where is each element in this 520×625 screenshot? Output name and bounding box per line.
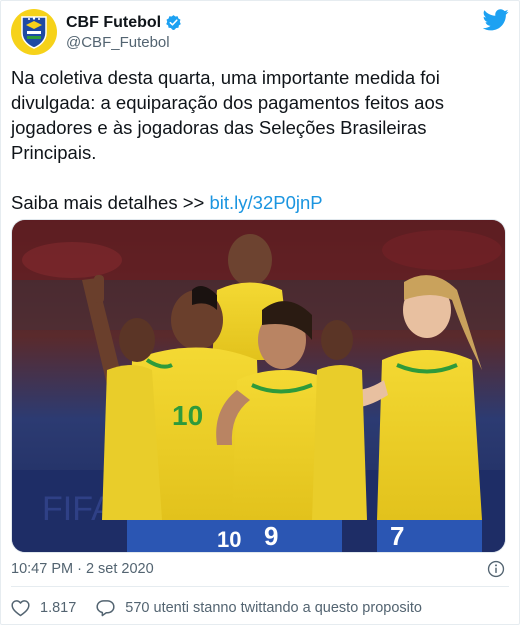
jersey-number: 7: [390, 521, 404, 551]
jersey-number: 9: [264, 521, 278, 551]
tweet-more-line: Saiba mais detalhes >> bit.ly/32P0jnP: [11, 190, 511, 215]
info-icon[interactable]: [487, 560, 505, 578]
like-count: 1.817: [40, 600, 77, 616]
account-handle[interactable]: @CBF_Futebol: [66, 33, 182, 52]
tweet-actions: 1.817 570 utenti stanno twittando a ques…: [11, 597, 442, 619]
speech-bubble-icon[interactable]: [96, 599, 115, 617]
account-names: CBF Futebol @CBF_Futebol: [66, 13, 182, 52]
cbf-crest-icon[interactable]: [11, 9, 57, 55]
more-details-text: Saiba mais detalhes >>: [11, 192, 210, 213]
tweet-text: Na coletiva desta quarta, uma importante…: [11, 65, 511, 215]
divider: [11, 586, 509, 587]
tweet-card: CBF Futebol @CBF_Futebol Na coletiva des…: [0, 0, 520, 625]
verified-badge-icon: [166, 15, 181, 30]
like-action[interactable]: 1.817: [11, 599, 76, 617]
heart-icon[interactable]: [11, 599, 30, 617]
tweet-header: CBF Futebol @CBF_Futebol: [11, 7, 509, 57]
bitly-link[interactable]: bit.ly/32P0jnP: [210, 192, 323, 213]
twitter-bird-icon[interactable]: [483, 9, 509, 31]
jersey-number: 10: [217, 527, 241, 552]
conversation-text: 570 utenti stanno twittando a questo pro…: [125, 600, 422, 616]
tweet-timestamp[interactable]: 10:47 PM · 2 set 2020: [11, 561, 154, 577]
tweet-paragraph: Na coletiva desta quarta, uma importante…: [11, 67, 444, 163]
players-celebrating-photo: FIFA 10 9 7 10: [12, 220, 505, 552]
display-name-row[interactable]: CBF Futebol: [66, 13, 182, 33]
tweet-meta: 10:47 PM · 2 set 2020: [11, 559, 505, 579]
jersey-number: 10: [172, 400, 203, 431]
display-name[interactable]: CBF Futebol: [66, 13, 161, 33]
tweet-photo[interactable]: FIFA 10 9 7 10: [11, 219, 506, 553]
conversation-action[interactable]: 570 utenti stanno twittando a questo pro…: [96, 599, 422, 617]
